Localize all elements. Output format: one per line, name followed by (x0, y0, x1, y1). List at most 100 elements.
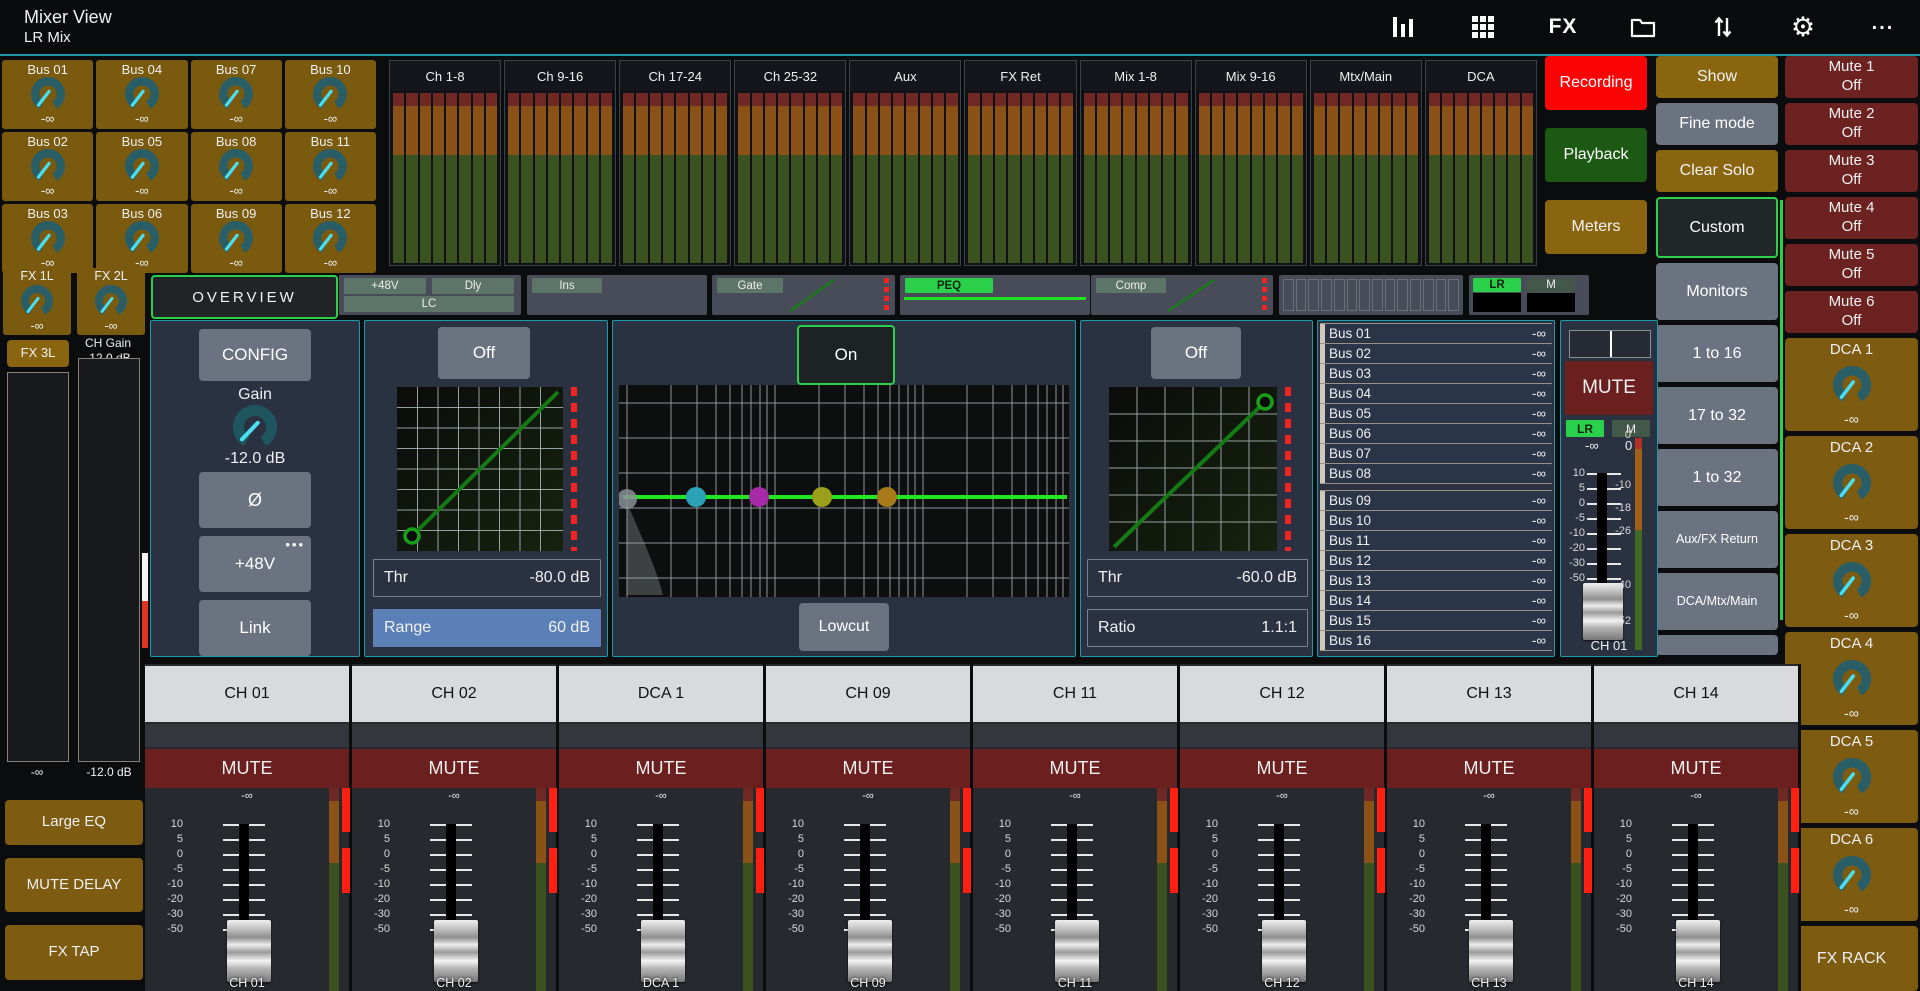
meter-group[interactable]: Mix 1-8 (1080, 60, 1192, 266)
mute-group-button[interactable]: Mute 6 Off (1785, 291, 1918, 333)
utility-button[interactable]: Large EQ (5, 800, 143, 845)
sends-section-mini[interactable] (1279, 275, 1463, 315)
gate-range-row[interactable]: Range60 dB (373, 609, 601, 647)
channel-mute-button[interactable]: MUTE (766, 749, 970, 788)
layer-button[interactable]: ••• (1656, 635, 1778, 655)
fx-icon[interactable]: FX (1548, 14, 1578, 40)
config-button[interactable]: CONFIG (199, 329, 311, 381)
peq-section-mini[interactable]: PEQ (900, 275, 1090, 315)
bus-send-knob-tile[interactable]: Bus 12 -∞ (285, 204, 376, 273)
transport-button[interactable]: Playback (1545, 128, 1647, 182)
channel-select-header[interactable]: CH 01 (145, 666, 349, 722)
gate-threshold-marker[interactable] (571, 387, 577, 551)
bus-send-row[interactable]: Bus 06 -∞ (1320, 424, 1552, 444)
transport-button[interactable]: Meters (1545, 200, 1647, 254)
channel-mute-button[interactable]: MUTE (352, 749, 556, 788)
bus-send-row[interactable]: Bus 08 -∞ (1320, 464, 1552, 484)
bus-send-row[interactable]: Bus 05 -∞ (1320, 404, 1552, 424)
overview-tab-button[interactable]: OVERVIEW (151, 275, 338, 319)
channel-select-header[interactable]: CH 13 (1387, 666, 1591, 722)
dca-knob-tile[interactable]: DCA 5 -∞ (1785, 730, 1918, 823)
utility-button[interactable]: MUTE DELAY Off (5, 858, 143, 912)
channel-mute-button[interactable]: MUTE (1180, 749, 1384, 788)
pan-indicator[interactable] (1594, 724, 1798, 747)
channel-mute-button[interactable]: MUTE (973, 749, 1177, 788)
meter-group[interactable]: Ch 1-8 (389, 60, 501, 266)
pan-indicator[interactable] (559, 724, 763, 747)
channel-select-header[interactable]: CH 12 (1180, 666, 1384, 722)
gain-slider[interactable] (78, 358, 140, 762)
layer-button[interactable]: ••• Clear Solo (1656, 150, 1778, 192)
gate-graph[interactable] (397, 387, 563, 551)
fx-send-slider[interactable] (7, 372, 69, 762)
channel-mute-button[interactable]: MUTE (145, 749, 349, 788)
fx-rack-button[interactable]: FX RACK (1785, 926, 1918, 991)
layer-button[interactable]: ••• Show (1656, 56, 1778, 98)
pan-indicator[interactable] (145, 724, 349, 747)
fx-send-knob-tile[interactable]: FX 2L -∞ (77, 268, 145, 335)
eq-state-button[interactable]: On (797, 325, 895, 385)
dca-knob-tile[interactable]: DCA 1 -∞ (1785, 338, 1918, 431)
apps-grid-icon[interactable] (1468, 14, 1498, 40)
pan-indicator[interactable] (973, 724, 1177, 747)
meter-group[interactable]: Ch 17-24 (619, 60, 731, 266)
bus-send-row[interactable]: Bus 11 -∞ (1320, 531, 1552, 551)
phase-button[interactable]: Ø (199, 472, 311, 528)
meter-group[interactable]: FX Ret (964, 60, 1076, 266)
layer-button[interactable]: ••• DCA/Mtx/Main (1656, 573, 1778, 630)
channel-fader-handle[interactable] (641, 920, 685, 982)
dca-knob-tile[interactable]: DCA 6 -∞ (1785, 828, 1918, 921)
channel-fader-handle[interactable] (1676, 920, 1720, 982)
pan-indicator[interactable] (1387, 724, 1591, 747)
input-section-mini[interactable]: +48V Dly LC (339, 275, 521, 315)
bus-send-row[interactable]: Bus 02 -∞ (1320, 344, 1552, 364)
bus-send-knob-tile[interactable]: Bus 03 -∞ (2, 204, 93, 273)
m-assign-button[interactable]: M (1612, 420, 1650, 437)
mute-group-button[interactable]: Mute 3 Off (1785, 150, 1918, 192)
dca-knob-tile[interactable]: DCA 2 -∞ (1785, 436, 1918, 529)
phantom-button[interactable]: ••• +48V (199, 536, 311, 592)
routing-arrows-icon[interactable] (1708, 14, 1738, 40)
bus-send-row[interactable]: Bus 01 -∞ (1320, 323, 1552, 344)
layer-button[interactable]: ••• Aux/FX Return (1656, 511, 1778, 568)
channel-fader-handle[interactable] (1469, 920, 1513, 982)
mute-group-button[interactable]: Mute 5 Off (1785, 244, 1918, 286)
channel-mute-button[interactable]: MUTE (1594, 749, 1798, 788)
layer-button[interactable]: ••• 17 to 32 (1656, 387, 1778, 444)
bus-send-row[interactable]: Bus 07 -∞ (1320, 444, 1552, 464)
insert-section-mini[interactable]: Ins (527, 275, 707, 315)
fx3-send-button[interactable]: FX 3L (7, 340, 69, 367)
bus-send-row[interactable]: Bus 16 -∞ (1320, 631, 1552, 651)
bus-send-knob-tile[interactable]: Bus 07 -∞ (191, 60, 282, 129)
pan-indicator[interactable] (352, 724, 556, 747)
layer-button[interactable]: ••• 1 to 16 (1656, 325, 1778, 382)
channel-fader-handle[interactable] (227, 920, 271, 982)
eq-graph[interactable] (619, 385, 1069, 597)
bus-send-knob-tile[interactable]: Bus 01 -∞ (2, 60, 93, 129)
bus-send-row[interactable]: Bus 03 -∞ (1320, 364, 1552, 384)
main-mute-button[interactable]: MUTE (1565, 361, 1653, 415)
dca-knob-tile[interactable]: DCA 4 -∞ (1785, 632, 1918, 725)
meter-group[interactable]: Aux (849, 60, 961, 266)
bus-send-knob-tile[interactable]: Bus 11 -∞ (285, 132, 376, 201)
channel-fader-handle[interactable] (848, 920, 892, 982)
bus-send-row[interactable]: Bus 10 -∞ (1320, 511, 1552, 531)
meters-icon[interactable] (1388, 14, 1418, 40)
bus-send-row[interactable]: Bus 09 -∞ (1320, 490, 1552, 511)
channel-select-header[interactable]: CH 09 (766, 666, 970, 722)
channel-select-header[interactable]: DCA 1 (559, 666, 763, 722)
gain-knob[interactable] (228, 405, 282, 449)
comp-threshold-marker[interactable] (1285, 387, 1291, 551)
layer-button[interactable]: ••• Custom (1656, 197, 1778, 258)
main-fader-handle[interactable] (1583, 583, 1623, 640)
layer-button[interactable]: ••• Fine mode Off (1656, 103, 1778, 145)
channel-mute-button[interactable]: MUTE (559, 749, 763, 788)
meter-group[interactable]: Ch 9-16 (504, 60, 616, 266)
utility-button[interactable]: FX TAP (5, 925, 143, 980)
comp-ratio-row[interactable]: Ratio1.1:1 (1087, 609, 1308, 647)
eq-lowcut-button[interactable]: Lowcut (799, 603, 889, 651)
channel-select-header[interactable]: CH 14 (1594, 666, 1798, 722)
pan-indicator[interactable] (766, 724, 970, 747)
mute-group-button[interactable]: Mute 2 Off (1785, 103, 1918, 145)
meter-group[interactable]: Mix 9-16 (1195, 60, 1307, 266)
